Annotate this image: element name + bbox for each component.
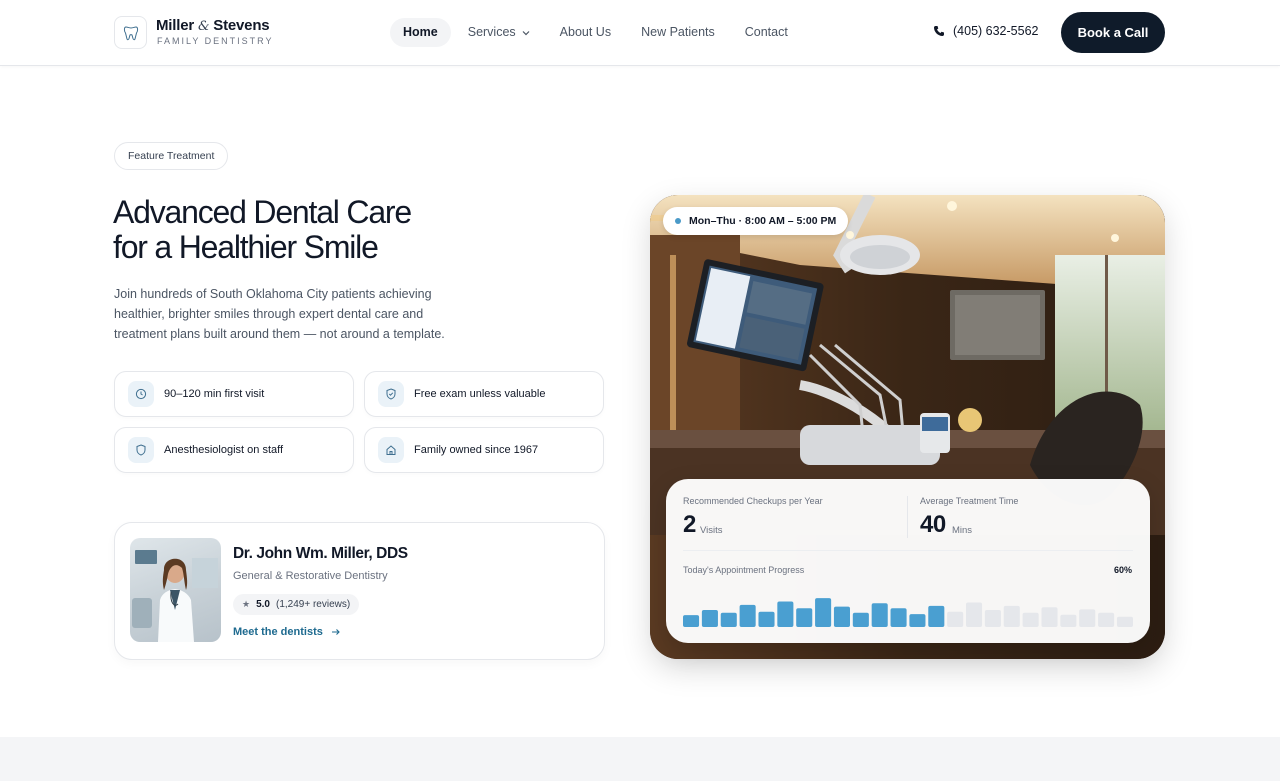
progress-bar [909,614,926,627]
checkups-value: 2 [683,511,696,538]
progress-bar [1060,614,1077,627]
progress-bar [852,612,869,627]
nav-services[interactable]: Services [455,18,543,47]
progress-bar [720,612,737,627]
doctor-photo [130,538,221,642]
progress-bar [796,608,813,627]
progress-bar [777,601,794,627]
progress-bar [1003,605,1020,627]
progress-bar [984,610,1001,627]
shield-check-icon [386,388,396,400]
doctor-role: General & Restorative Dentistry [233,570,388,582]
brand-subtitle: FAMILY DENTISTRY [157,36,274,46]
progress-bar [833,606,850,627]
feature-free-exam: Free exam unless valuable [364,371,604,417]
checkups-unit: Visits [700,525,723,536]
phone-link[interactable]: (405) 632-5562 [933,24,1038,38]
phone-icon [934,26,944,36]
arrow-right-icon [331,629,340,635]
progress-bar [871,603,888,627]
feature-family-owned: Family owned since 1967 [364,427,604,473]
treatment-time-unit: Mins [952,525,973,536]
progress-bar [1022,612,1039,627]
progress-bar [758,611,775,627]
heart-shield-icon [136,444,146,456]
progress-bar [815,598,832,627]
hero-title: Advanced Dental Care for a Healthier Smi… [113,194,412,265]
progress-bar [701,610,718,627]
treatment-time-value: 40 [920,511,946,538]
doctor-name: Dr. John Wm. Miller, DDS [233,545,408,562]
progress-value: 60% [1113,565,1132,575]
progress-bar [947,611,964,627]
feature-treatment-tag: Feature Treatment [114,142,229,170]
nav-contact[interactable]: Contact [732,18,801,47]
meet-dentists-link[interactable]: Meet the dentists [233,626,341,638]
checkups-label: Recommended Checkups per Year [683,496,823,506]
next-section [0,737,1280,781]
treatment-time-label: Average Treatment Time [920,496,1019,506]
clock-icon [135,388,147,400]
main-nav: Home Services About Us New Patients Cont… [390,18,805,47]
home-icon [386,445,396,455]
progress-bar [1079,609,1096,627]
feature-anesthesiologist: Anesthesiologist on staff [114,427,354,473]
progress-bar [966,602,983,627]
nav-home[interactable]: Home [390,18,451,47]
progress-label: Today's Appointment Progress [683,565,805,575]
progress-bar [928,605,945,627]
progress-bar [1116,616,1133,627]
progress-bar [1041,607,1058,627]
nav-about-us[interactable]: About Us [547,18,624,47]
stats-card: Recommended Checkups per Year 2 Visits A… [666,479,1150,643]
status-dot [675,218,681,224]
progress-bar [890,608,907,627]
doctor-card: Dr. John Wm. Miller, DDS General & Resto… [114,522,605,660]
feature-first-visit: 90–120 min first visit [114,371,354,417]
brand-name[interactable]: Miller & Stevens [156,17,270,34]
hero-description: Join hundreds of South Oklahoma City pat… [114,287,445,341]
progress-bar [1098,612,1115,627]
office-hours-badge: Mon–Thu · 8:00 AM – 5:00 PM [663,207,849,235]
logo[interactable] [114,16,147,49]
rating-badge: ★ 5.0 (1,249+ reviews) [233,594,360,615]
progress-bar [739,604,756,627]
nav-new-patients[interactable]: New Patients [628,18,728,47]
progress-bars [683,598,1133,627]
tooth-icon [123,25,138,40]
site-header: Miller & Stevens FAMILY DENTISTRY Home S… [0,0,1280,66]
progress-bar [683,615,700,627]
chevron-down-icon [522,30,530,35]
book-call-button[interactable]: Book a Call [1061,12,1165,53]
star-icon: ★ [242,599,251,609]
